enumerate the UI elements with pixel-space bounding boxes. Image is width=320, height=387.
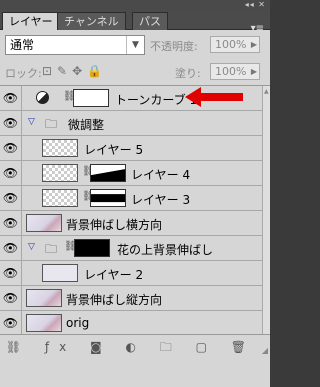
eye-icon[interactable]: 👁 <box>0 161 22 185</box>
eye-icon[interactable]: 👁 <box>0 286 22 310</box>
opacity-label: 不透明度: <box>150 40 198 53</box>
layer-name: 花の上背景伸ばし <box>117 243 214 257</box>
layer-name: 微調整 <box>68 118 105 132</box>
layer-thumb <box>42 139 78 157</box>
layer-row[interactable]: 👁 レイヤー 2 <box>0 261 262 286</box>
tab-channels[interactable]: チャンネル <box>57 12 126 30</box>
panel-titlebar: ◂◂ ✕ <box>0 0 270 10</box>
scroll-up-icon[interactable]: ▲ <box>264 88 269 95</box>
layer-row[interactable]: 👁 orig <box>0 311 262 336</box>
fill-label: 塗り: <box>175 67 201 80</box>
layer-name: orig <box>66 316 90 330</box>
chevron-right-icon: ▶ <box>250 40 257 49</box>
panel-footer: ⛓ ƒx ◙ ◐ 🗀 ▢ 🗑 ◢ <box>0 334 270 357</box>
lock-icons[interactable]: ⊡✎✥🔒 <box>42 64 107 78</box>
layer-row-group[interactable]: 👁 ▽ 🗀 ⛓ 花の上背景伸ばし <box>0 236 262 261</box>
expand-triangle-icon[interactable]: ▽ <box>28 117 35 127</box>
eye-icon[interactable]: 👁 <box>0 111 22 135</box>
blend-mode-value: 通常 <box>10 38 35 52</box>
folder-icon: 🗀 <box>45 242 58 256</box>
layer-thumb <box>42 164 78 182</box>
layer-row[interactable]: 👁 レイヤー 5 <box>0 136 262 161</box>
layer-name: レイヤー 5 <box>84 143 144 157</box>
layer-name: 背景伸ばし縦方向 <box>66 293 163 307</box>
layer-thumb <box>26 289 62 307</box>
layer-mask-thumb[interactable] <box>90 164 126 182</box>
lock-label: ロック: <box>5 67 42 80</box>
eye-icon[interactable]: 👁 <box>0 261 22 285</box>
layers-list: 👁 ⛓ トーンカーブ 1 👁 ▽ 🗀 微調整 👁 レイヤー 5 👁 ⛓ レイヤー… <box>0 86 262 364</box>
layer-thumb <box>42 264 78 282</box>
layer-row[interactable]: 👁 ⛓ レイヤー 3 <box>0 186 262 211</box>
eye-icon[interactable]: 👁 <box>0 86 22 110</box>
tab-bar: レイヤー チャンネル パス ▾≡ <box>0 10 270 34</box>
layer-row[interactable]: 👁 背景伸ばし横方向 <box>0 211 262 236</box>
opacity-field[interactable]: 100% ▶ <box>210 36 260 53</box>
red-arrow-icon <box>185 87 243 107</box>
layer-row-group[interactable]: 👁 ▽ 🗀 微調整 <box>0 111 262 136</box>
layer-name: レイヤー 2 <box>84 268 144 282</box>
blend-mode-select[interactable]: 通常 ▼ <box>5 35 145 55</box>
layer-thumb <box>42 189 78 207</box>
eye-icon[interactable]: 👁 <box>0 311 22 335</box>
layer-name: レイヤー 4 <box>131 168 191 182</box>
eye-icon[interactable]: 👁 <box>0 211 22 235</box>
chevron-down-icon: ▼ <box>126 36 144 54</box>
layer-mask-thumb[interactable] <box>73 89 109 107</box>
eye-icon[interactable]: 👁 <box>0 136 22 160</box>
eye-icon[interactable]: 👁 <box>0 236 22 260</box>
layer-mask-thumb[interactable] <box>90 189 126 207</box>
eye-icon[interactable]: 👁 <box>0 186 22 210</box>
opacity-value: 100% <box>215 38 247 51</box>
chevron-right-icon: ▶ <box>250 67 257 76</box>
expand-triangle-icon[interactable]: ▽ <box>28 242 35 252</box>
resize-grip-icon[interactable]: ◢ <box>262 346 268 355</box>
layer-thumb <box>26 314 62 332</box>
curves-adjustment-icon <box>36 91 49 104</box>
footer-icons[interactable]: ⛓ ƒx ◙ ◐ 🗀 ▢ 🗑 <box>6 338 256 359</box>
layer-row[interactable]: 👁 背景伸ばし縦方向 <box>0 286 262 311</box>
layer-name: 背景伸ばし横方向 <box>66 218 163 232</box>
folder-icon: 🗀 <box>45 117 58 131</box>
fill-field[interactable]: 100% ▶ <box>210 63 260 80</box>
scrollbar[interactable]: ▲ <box>262 86 270 334</box>
layer-row[interactable]: 👁 ⛓ レイヤー 4 <box>0 161 262 186</box>
fill-value: 100% <box>215 65 247 78</box>
layer-name: レイヤー 3 <box>131 193 191 207</box>
tab-layers[interactable]: レイヤー <box>2 12 60 31</box>
layer-mask-thumb[interactable] <box>74 239 110 257</box>
window-controls[interactable]: ◂◂ ✕ <box>245 0 266 10</box>
tab-paths[interactable]: パス <box>132 12 168 30</box>
layer-thumb <box>26 214 62 232</box>
